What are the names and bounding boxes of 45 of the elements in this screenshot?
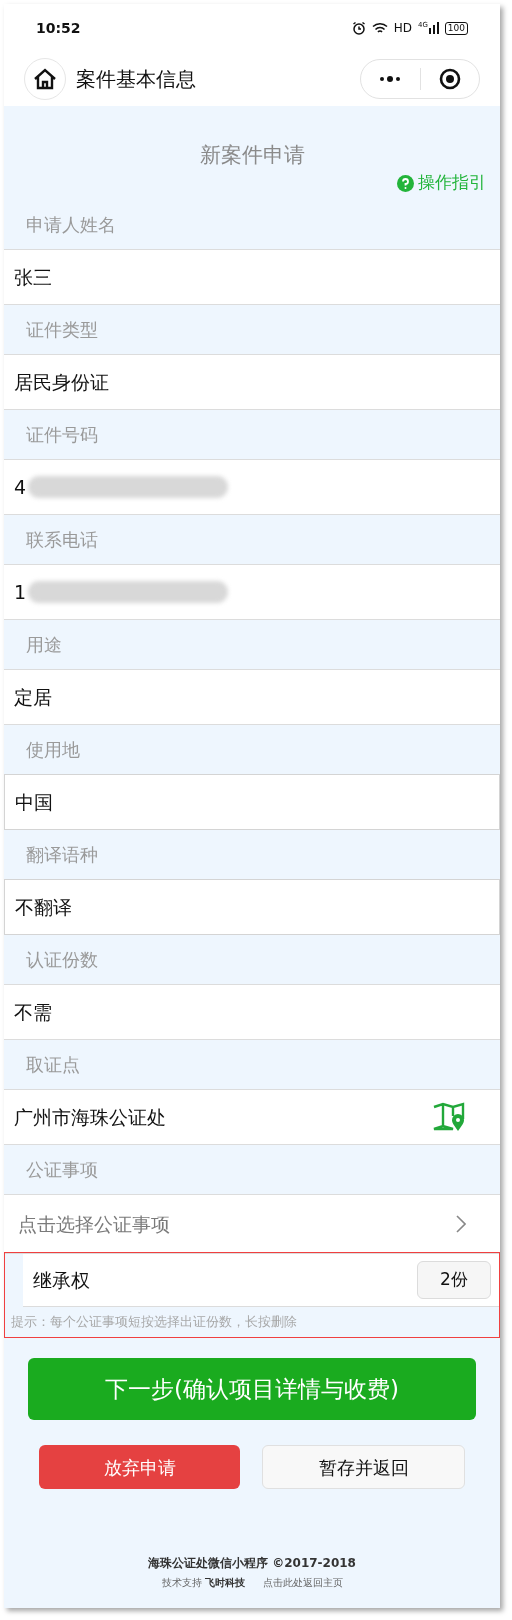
copyright-text: 海珠公证处微信小程序 ©2017-2018 [148,1555,356,1572]
hint-text: 提示：每个公证事项短按选择出证份数，长按删除 [11,1313,297,1332]
map-pin-icon[interactable] [432,1102,466,1132]
abandon-button[interactable]: 放弃申请 [39,1445,240,1489]
support-name: 飞时科技 [204,1576,245,1590]
field-value[interactable]: 张三 [14,262,52,292]
form-title: 新案件申请 [199,142,305,169]
field-value[interactable]: 居民身份证 [14,367,109,397]
chevron-right-icon [456,1215,466,1233]
help-icon [397,174,414,192]
target-icon [438,68,461,90]
field-value[interactable]: 不翻译 [15,892,72,922]
network-label: HD [393,20,412,37]
wifi-icon [371,21,388,35]
input-field[interactable]: 不翻译 [4,879,500,935]
home-icon [33,68,57,90]
page-title: 案件基本信息 [76,66,196,93]
copies-button[interactable]: 2份 [417,1261,491,1299]
status-time: 10:52 [36,18,81,38]
field-label: 申请人姓名 [26,213,116,237]
field-value[interactable]: 中国 [15,787,53,817]
field-value[interactable]: 1 [14,577,27,607]
signal-icon [428,22,439,34]
field-label: 用途 [26,633,62,657]
field-label: 使用地 [26,738,80,762]
field-label: 证件类型 [26,318,98,342]
matter-name[interactable]: 继承权 [33,1265,90,1295]
alarm-icon [351,21,366,35]
battery-indicator: 100 [444,21,468,35]
field-label: 取证点 [26,1053,80,1077]
field-label: 认证份数 [26,948,98,972]
field-label: 公证事项 [26,1158,98,1182]
field-label: 翻译语种 [26,843,98,867]
input-field[interactable]: 中国 [4,774,500,830]
field-value[interactable]: 定居 [14,682,52,712]
save-return-button[interactable]: 暂存并返回 [262,1445,465,1489]
more-icon [379,76,402,82]
matter-selector[interactable]: 点击选择公证事项 [4,1194,500,1254]
field-label: 联系电话 [26,528,98,552]
support-label: 技术支持 [161,1576,202,1590]
field-label: 证件号码 [26,423,98,447]
field-value[interactable]: 不需 [14,997,52,1027]
field-value[interactable]: 4 [14,472,27,502]
home-link[interactable]: 点击此处返回主页 [262,1575,343,1590]
field-value[interactable]: 广州市海珠公证处 [14,1102,166,1132]
